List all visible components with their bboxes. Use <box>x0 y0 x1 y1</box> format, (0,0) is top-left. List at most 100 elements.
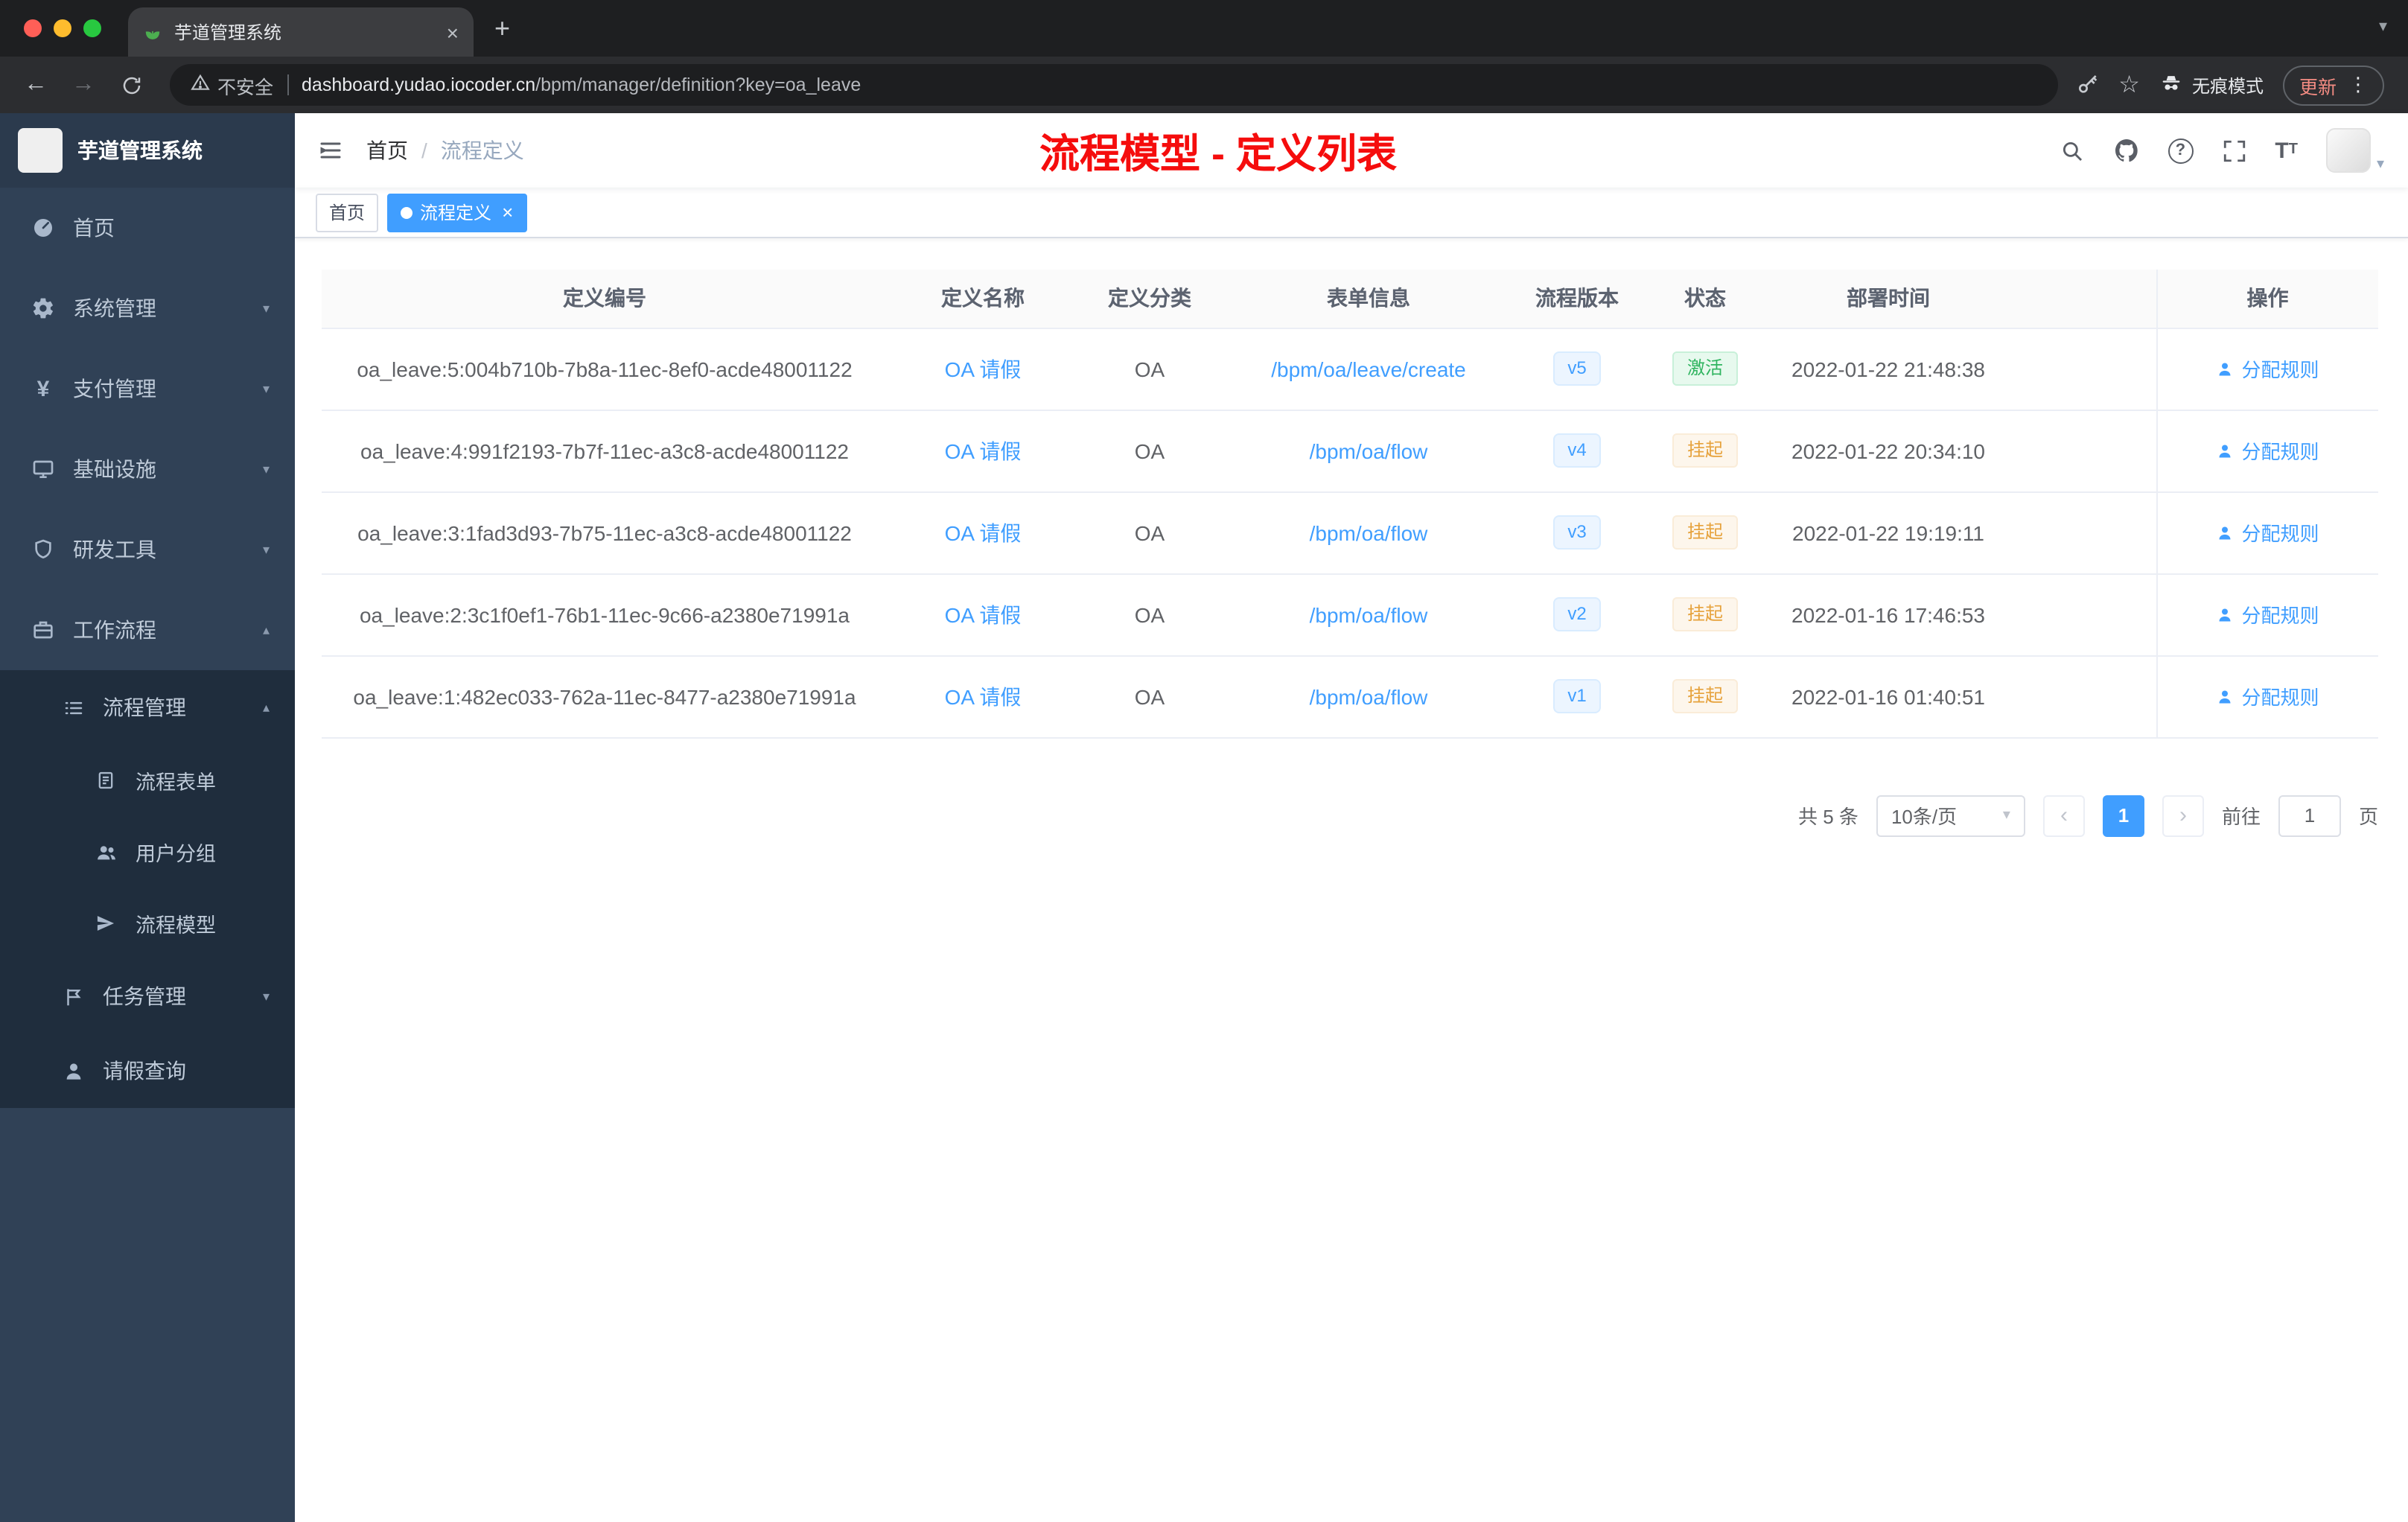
definition-name-link[interactable]: OA 请假 <box>945 602 1022 626</box>
sidebar-item-process-mgmt[interactable]: 流程管理 ▴ <box>0 670 295 745</box>
new-tab-button[interactable]: + <box>494 13 510 45</box>
sidebar-item-label: 工作流程 <box>73 618 156 642</box>
assign-rule-link[interactable]: 分配规则 <box>2216 354 2319 383</box>
window-zoom-button[interactable] <box>83 19 101 37</box>
incognito-label: 无痕模式 <box>2191 75 2264 96</box>
assign-rule-link[interactable]: 分配规则 <box>2216 518 2319 547</box>
assign-rule-link[interactable]: 分配规则 <box>2216 436 2319 465</box>
list-tree-icon <box>60 696 86 719</box>
yen-icon: ¥ <box>36 376 50 401</box>
cell-filler <box>2004 655 2156 738</box>
address-bar[interactable]: 不安全 dashboard.yudao.iocoder.cn/bpm/manag… <box>170 64 2058 106</box>
form-link[interactable]: /bpm/oa/leave/create <box>1271 357 1466 380</box>
browser-menu-icon[interactable]: ⋮ <box>2348 73 2368 97</box>
status-tag: 挂起 <box>1672 515 1738 550</box>
sidebar-item-label: 系统管理 <box>73 296 156 320</box>
cell-definition-id: oa_leave:3:1fad3d93-7b75-11ec-a3c8-acde4… <box>322 491 888 574</box>
password-key-icon[interactable] <box>2075 73 2099 97</box>
sidebar-item-dev-tools[interactable]: 研发工具 ▾ <box>0 509 295 590</box>
main-area: 首页 / 流程定义 流程模型 - 定义列表 ? T T ▾ 首页 流程定义 × … <box>295 113 2408 1522</box>
search-icon[interactable] <box>2059 138 2084 163</box>
sidebar-item-infra[interactable]: 基础设施 ▾ <box>0 429 295 509</box>
fullscreen-icon[interactable] <box>2221 138 2246 163</box>
assign-rule-label: 分配规则 <box>2241 359 2319 381</box>
tab-favicon-icon <box>143 22 162 42</box>
pagination-total: 共 5 条 <box>1798 806 1858 828</box>
browser-toolbar: ← → 不安全 dashboard.yudao.iocoder.cn/bpm/m… <box>0 57 2408 113</box>
cell-deploy-time: 2022-01-16 01:40:51 <box>1772 655 2004 738</box>
assign-rule-label: 分配规则 <box>2241 441 2319 463</box>
forward-button[interactable]: → <box>63 64 104 106</box>
window-close-button[interactable] <box>24 19 42 37</box>
table-row: oa_leave:1:482ec033-762a-11ec-8477-a2380… <box>322 655 2378 738</box>
tag-process-definition[interactable]: 流程定义 × <box>387 193 527 232</box>
back-button[interactable]: ← <box>15 64 57 106</box>
page-size-select[interactable]: 10条/页 ▾ <box>1876 795 2025 836</box>
form-link[interactable]: /bpm/oa/flow <box>1310 520 1428 544</box>
url-path: /bpm/manager/definition?key=oa_leave <box>535 74 861 95</box>
help-icon[interactable]: ? <box>2167 138 2194 163</box>
cell-definition-id: oa_leave:4:991f2193-7b7f-11ec-a3c8-acde4… <box>322 410 888 492</box>
definition-name-link[interactable]: OA 请假 <box>945 520 1022 544</box>
definition-name-link[interactable]: OA 请假 <box>945 439 1022 462</box>
chevron-down-icon: ▾ <box>2376 156 2384 173</box>
definition-name-link[interactable]: OA 请假 <box>945 357 1022 380</box>
user-avatar-menu[interactable]: ▾ <box>2325 128 2384 173</box>
version-tag: v1 <box>1552 679 1602 713</box>
breadcrumb-home-link[interactable]: 首页 <box>366 136 408 165</box>
prev-page-button[interactable]: ‹ <box>2042 795 2085 836</box>
assign-rule-label: 分配规则 <box>2241 605 2319 627</box>
cell-deploy-time: 2022-01-16 17:46:53 <box>1772 573 2004 656</box>
tag-home[interactable]: 首页 <box>316 193 379 232</box>
chevron-down-icon: ▾ <box>262 300 270 315</box>
pagination: 共 5 条 10条/页 ▾ ‹ 1 › 前往 页 <box>322 795 2378 836</box>
user-icon <box>2219 690 2231 703</box>
sidebar-item-process-form[interactable]: 流程表单 <box>0 745 295 816</box>
sidebar-item-task-mgmt[interactable]: 任务管理 ▾ <box>0 959 295 1034</box>
user-icon <box>2219 362 2231 375</box>
url-divider <box>287 74 289 95</box>
bookmark-star-icon[interactable]: ☆ <box>2118 70 2140 100</box>
window-minimize-button[interactable] <box>54 19 71 37</box>
workflow-submenu: 流程管理 ▴ 流程表单 用户分组 流程模型 任务管理 ▾ 请假查询 <box>0 670 295 1108</box>
column-header-operation: 操作 <box>2156 270 2378 328</box>
tag-close-icon[interactable]: × <box>502 201 513 223</box>
sidebar-toggle-button[interactable] <box>295 113 366 188</box>
security-chip[interactable]: 不安全 <box>191 71 273 99</box>
assign-rule-link[interactable]: 分配规则 <box>2216 682 2319 710</box>
sidebar-item-process-model[interactable]: 流程模型 <box>0 888 295 959</box>
incognito-badge[interactable]: 无痕模式 <box>2159 71 2264 99</box>
form-link[interactable]: /bpm/oa/flow <box>1310 684 1428 708</box>
briefcase-icon <box>30 618 57 642</box>
user-icon <box>2219 444 2231 457</box>
sidebar-item-workflow[interactable]: 工作流程 ▴ <box>0 590 295 670</box>
column-header-name: 定义名称 <box>888 270 1078 328</box>
sidebar-item-payment[interactable]: ¥ 支付管理 ▾ <box>0 348 295 429</box>
reload-button[interactable] <box>110 64 152 106</box>
gear-icon <box>30 296 57 320</box>
tab-search-chevron-icon[interactable]: ▾ <box>2379 16 2387 36</box>
browser-tab[interactable]: 芋道管理系统 × <box>128 7 474 57</box>
form-link[interactable]: /bpm/oa/flow <box>1310 602 1428 626</box>
column-header-category: 定义分类 <box>1078 270 1221 328</box>
assign-rule-link[interactable]: 分配规则 <box>2216 600 2319 628</box>
github-icon[interactable] <box>2112 137 2139 164</box>
sidebar-item-user-group[interactable]: 用户分组 <box>0 816 295 888</box>
page-number-1[interactable]: 1 <box>2102 795 2144 836</box>
sidebar-item-leave-query[interactable]: 请假查询 <box>0 1034 295 1108</box>
sidebar-logo[interactable]: 芋道管理系统 <box>0 113 295 188</box>
browser-update-button[interactable]: 更新 ⋮ <box>2282 65 2384 105</box>
font-size-icon[interactable]: TT <box>2275 139 2298 162</box>
sidebar-item-home[interactable]: 首页 <box>0 188 295 268</box>
sidebar-item-system[interactable]: 系统管理 ▾ <box>0 268 295 348</box>
incognito-icon <box>2159 71 2183 99</box>
browser-window: 芋道管理系统 × + ▾ ← → 不安全 dashboard.yudao.ioc… <box>0 0 2408 1522</box>
cell-filler <box>2004 491 2156 574</box>
cell-category: OA <box>1078 410 1221 492</box>
logo-title: 芋道管理系统 <box>77 138 203 162</box>
form-link[interactable]: /bpm/oa/flow <box>1310 439 1428 462</box>
tab-close-icon[interactable]: × <box>447 20 459 44</box>
next-page-button[interactable]: › <box>2162 795 2204 836</box>
definition-name-link[interactable]: OA 请假 <box>945 684 1022 708</box>
goto-page-input[interactable] <box>2278 795 2341 836</box>
